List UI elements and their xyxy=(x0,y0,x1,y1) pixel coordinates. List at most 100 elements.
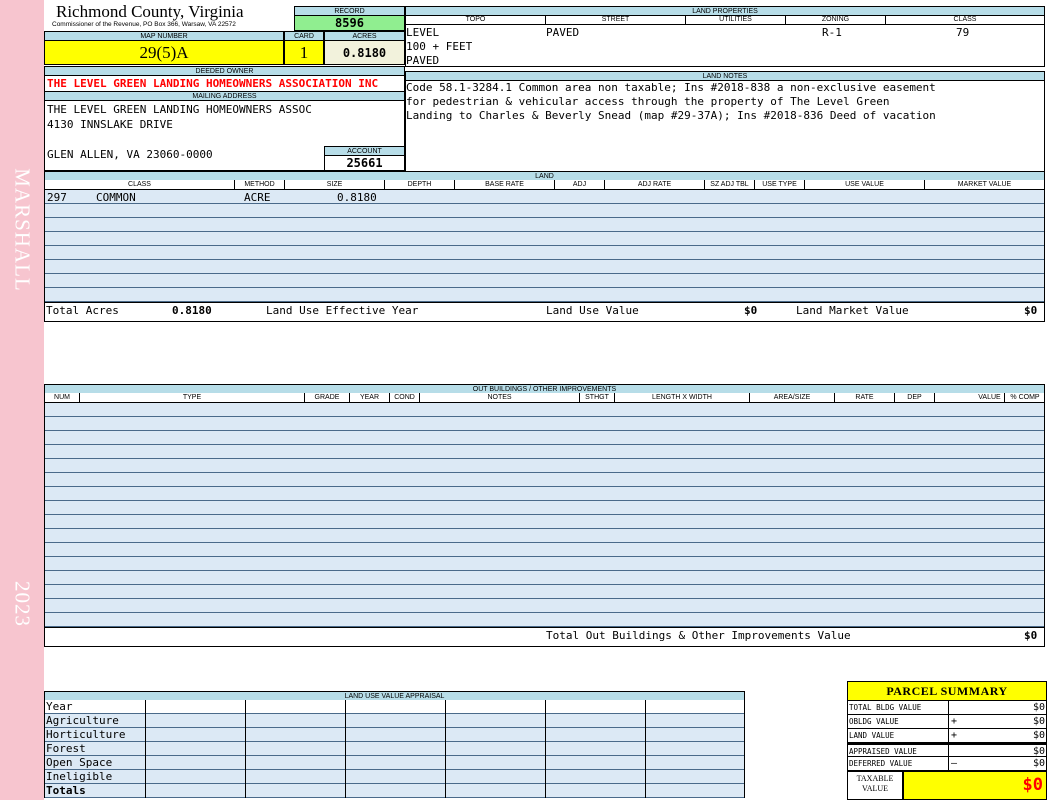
land-use-cell xyxy=(445,742,545,756)
land-col-adj: ADJ xyxy=(555,180,605,189)
land-col-use-value: USE VALUE xyxy=(805,180,925,189)
land-use-row: Year xyxy=(45,700,744,714)
land-use-cell xyxy=(245,770,345,784)
acres-value: 0.8180 xyxy=(324,40,405,65)
land-use-cell xyxy=(345,770,445,784)
street-value: PAVED xyxy=(546,26,580,39)
summary-row: DEFERRED VALUE – $0 xyxy=(847,757,1047,771)
outbuildings-total-label: Total Out Buildings & Other Improvements… xyxy=(546,629,851,642)
summary-row-value-cell: + $0 xyxy=(948,729,1047,742)
land-use-cell xyxy=(445,700,545,714)
land-row-class-code: 297 xyxy=(47,191,67,204)
land-use-row-label: Year xyxy=(46,700,73,713)
land-use-cell xyxy=(545,784,645,798)
land-use-row: Horticulture xyxy=(45,728,744,742)
land-use-row-label: Ineligible xyxy=(46,770,113,783)
land-use-cell xyxy=(145,728,245,742)
land-use-row: Totals xyxy=(45,784,744,798)
land-use-row: Ineligible xyxy=(45,770,744,784)
land-use-cell xyxy=(345,728,445,742)
deeded-owner-label: DEEDED OWNER xyxy=(44,66,405,76)
total-acres-value: 0.8180 xyxy=(172,304,212,317)
land-use-cell xyxy=(245,756,345,770)
land-rows xyxy=(44,190,1045,302)
land-use-cell xyxy=(645,742,745,756)
summary-row: OBLDG VALUE + $0 xyxy=(847,715,1047,729)
ob-col-sthgt: STHGT xyxy=(580,393,615,402)
land-notes-line-1: Code 58.1-3284.1 Common area non taxable… xyxy=(406,81,936,94)
land-col-adj-rate: ADJ RATE xyxy=(605,180,705,189)
ob-col-rate: RATE xyxy=(835,393,895,402)
land-header: CLASS METHOD SIZE DEPTH BASE RATE ADJ AD… xyxy=(44,180,1045,190)
land-use-cell xyxy=(445,728,545,742)
ob-col-cond: COND xyxy=(390,393,420,402)
land-col-size: SIZE xyxy=(285,180,385,189)
land-use-row: Forest xyxy=(45,742,744,756)
land-use-cell xyxy=(545,742,645,756)
zoning-value: R-1 xyxy=(822,26,842,39)
land-use-cell xyxy=(145,770,245,784)
outbuildings-total-row xyxy=(44,627,1045,647)
land-properties-header: TOPO STREET UTILITIES ZONING CLASS xyxy=(405,15,1045,25)
col-zoning: ZONING xyxy=(786,15,886,24)
land-use-cell xyxy=(645,728,745,742)
land-use-row: Open Space xyxy=(45,756,744,770)
land-use-cell xyxy=(645,714,745,728)
land-use-cell xyxy=(245,728,345,742)
outbuildings-header: NUM TYPE GRADE YEAR COND NOTES STHGT LEN… xyxy=(44,393,1045,403)
county-title: Richmond County, Virginia xyxy=(56,2,244,21)
summary-row-value: $0 xyxy=(1032,730,1045,741)
land-use-cell xyxy=(245,714,345,728)
ob-col-grade: GRADE xyxy=(305,393,350,402)
land-col-method: METHOD xyxy=(235,180,285,189)
land-col-base-rate: BASE RATE xyxy=(455,180,555,189)
summary-row-value: $0 xyxy=(1032,702,1045,713)
land-col-class: CLASS xyxy=(45,180,235,189)
land-row-method: ACRE xyxy=(244,191,271,204)
land-use-value: $0 xyxy=(744,304,758,317)
card-value: 1 xyxy=(284,40,324,65)
land-use-cell xyxy=(445,784,545,798)
side-year: 2023 xyxy=(10,581,35,627)
col-utilities: UTILITIES xyxy=(686,15,786,24)
summary-row-value-cell: + $0 xyxy=(948,715,1047,728)
land-use-cell xyxy=(445,770,545,784)
summary-row-label: LAND VALUE xyxy=(849,731,895,740)
ob-col-length-width: LENGTH X WIDTH xyxy=(615,393,750,402)
deeded-owner-value: THE LEVEL GREEN LANDING HOMEOWNERS ASSOC… xyxy=(47,77,379,90)
land-use-cell xyxy=(145,784,245,798)
taxable-value-cell: $0 xyxy=(903,771,1047,800)
land-use-cell xyxy=(545,700,645,714)
land-notes-line-2: for pedestrian & vehicular access throug… xyxy=(406,95,890,108)
summary-row-operator: + xyxy=(951,730,958,741)
land-use-cell xyxy=(145,700,245,714)
summary-row-label: DEFERRED VALUE xyxy=(849,759,913,768)
summary-row-value-cell: – $0 xyxy=(948,757,1047,770)
land-notes-title: LAND NOTES xyxy=(405,71,1045,81)
land-col-depth: DEPTH xyxy=(385,180,455,189)
record-value: 8596 xyxy=(294,15,405,31)
mailing-line-1: THE LEVEL GREEN LANDING HOMEOWNERS ASSOC xyxy=(47,103,312,116)
land-use-cell xyxy=(645,784,745,798)
office-address: Commissioner of the Revenue, PO Box 366,… xyxy=(52,21,236,28)
topo-value-2: 100 + FEET xyxy=(406,40,473,53)
col-topo: TOPO xyxy=(406,15,546,24)
map-number-value: 29(5)A xyxy=(44,40,284,65)
taxable-label-cell: TAXABLE VALUE xyxy=(847,771,903,800)
summary-row: LAND VALUE + $0 xyxy=(847,729,1047,743)
outbuildings-rows xyxy=(44,403,1045,627)
total-acres-label: Total Acres xyxy=(46,304,119,317)
land-use-row-label: Forest xyxy=(46,742,86,755)
ob-col-notes: NOTES xyxy=(420,393,580,402)
land-use-cell xyxy=(145,756,245,770)
land-use-cell xyxy=(345,700,445,714)
ob-col-type: TYPE xyxy=(80,393,305,402)
land-col-sz-adj-tbl: SZ ADJ TBL xyxy=(705,180,755,189)
land-use-cell xyxy=(345,714,445,728)
taxable-value: $0 xyxy=(1022,775,1043,795)
land-notes-line-3: Landing to Charles & Beverly Snead (map … xyxy=(406,109,936,122)
summary-row-label: TOTAL BLDG VALUE xyxy=(849,703,922,712)
summary-row: TOTAL BLDG VALUE $0 xyxy=(847,701,1047,715)
mailing-address-label: MAILING ADDRESS xyxy=(44,91,405,101)
topo-value-3: PAVED xyxy=(406,54,440,67)
